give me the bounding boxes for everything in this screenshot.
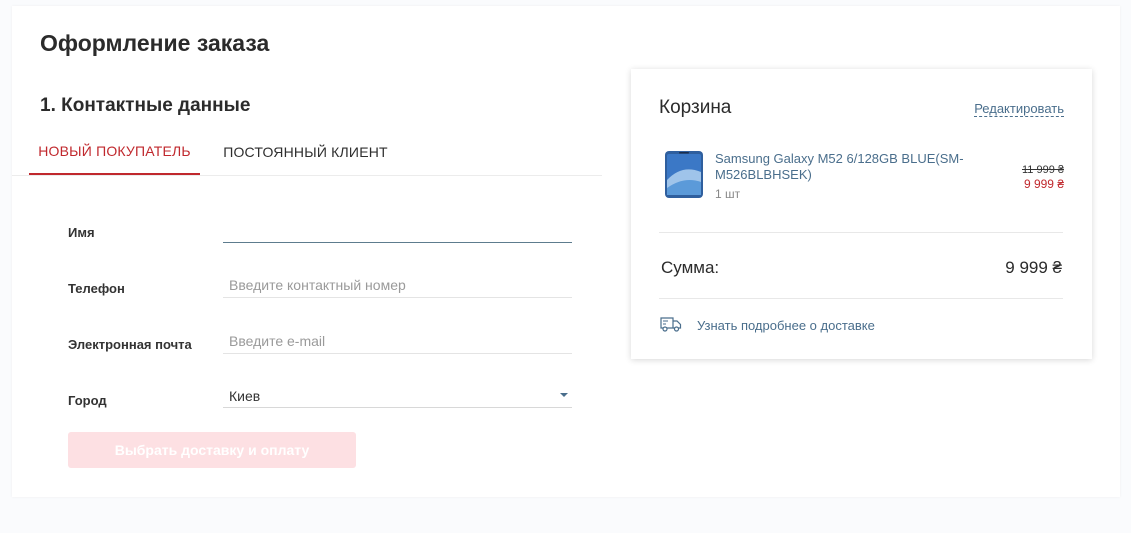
cart-title: Корзина (659, 97, 732, 118)
divider (659, 298, 1063, 299)
sum-value: 9 999 ₴ (1005, 258, 1062, 277)
city-label: Город (68, 393, 107, 408)
choose-delivery-button[interactable]: Выбрать доставку и оплату (68, 432, 356, 468)
phone-label: Телефон (68, 281, 125, 296)
tab-regular-customer[interactable]: ПОСТОЯННЫЙ КЛИЕНТ (210, 128, 401, 175)
city-select-value: Киев (229, 388, 261, 404)
email-input[interactable] (223, 328, 572, 354)
name-label: Имя (68, 225, 95, 240)
tab-new-customer[interactable]: НОВЫЙ ПОКУПАТЕЛЬ (29, 128, 200, 175)
name-input[interactable] (223, 217, 572, 243)
page-title: Оформление заказа (40, 30, 270, 56)
truck-icon (660, 317, 682, 332)
phone-image[interactable] (664, 150, 704, 199)
cart-edit-link[interactable]: Редактировать (974, 101, 1064, 117)
caret-down-icon (560, 393, 568, 397)
city-select[interactable]: Киев (223, 385, 572, 408)
product-price: 9 999 ₴ (1023, 177, 1064, 191)
phone-input[interactable] (223, 272, 572, 298)
product-old-price: 11 999 ₴ (1021, 164, 1064, 176)
section-title: 1. Контактные данные (40, 95, 251, 116)
delivery-info-link[interactable]: Узнать подробнее о доставке (697, 318, 875, 333)
cart-panel: Корзина Редактировать Samsung Galaxy M52… (631, 69, 1092, 359)
customer-tabs: НОВЫЙ ПОКУПАТЕЛЬ ПОСТОЯННЫЙ КЛИЕНТ (12, 128, 602, 176)
product-quantity: 1 шт (715, 187, 741, 201)
email-label: Электронная почта (68, 337, 192, 352)
sum-label: Сумма: (661, 258, 720, 277)
product-name-link[interactable]: Samsung Galaxy M52 6/128GB BLUE(SM-M526B… (715, 151, 985, 183)
divider (659, 232, 1063, 233)
